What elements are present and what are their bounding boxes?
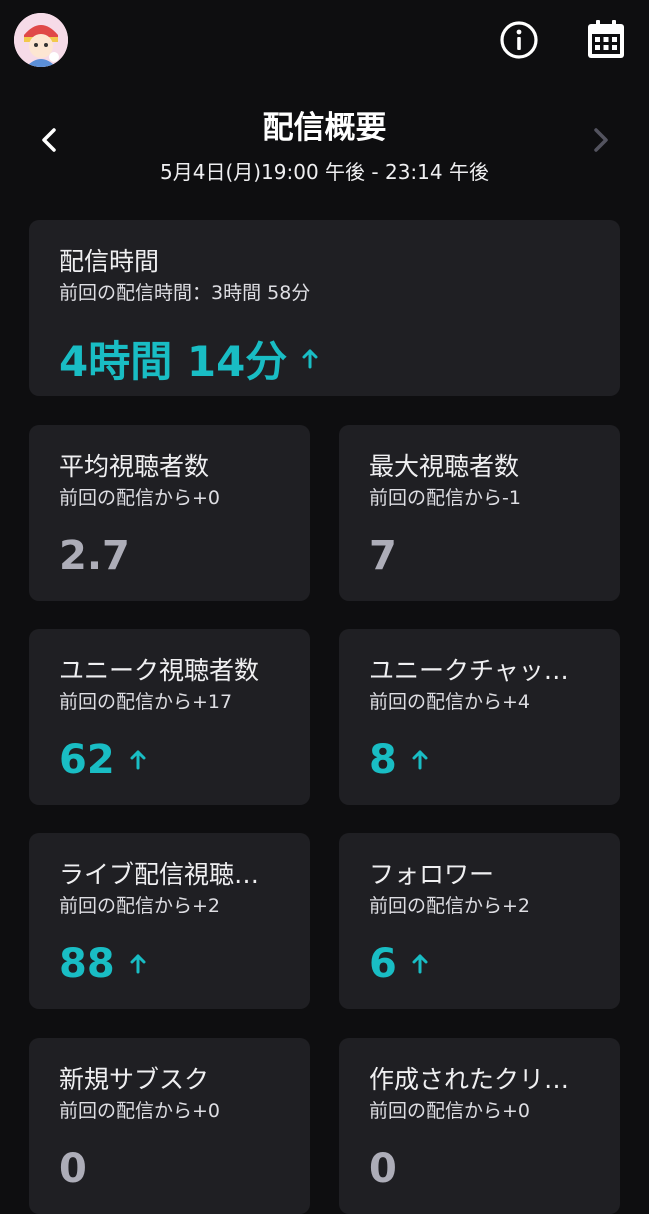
stat-card-clips-created[interactable]: 作成されたクリ… 前回の配信から+0 0 — [339, 1038, 620, 1214]
stat-value: 62 — [59, 737, 115, 783]
stat-value: 7 — [369, 533, 397, 579]
arrow-up-icon — [130, 954, 146, 974]
card-value: 6 — [369, 941, 429, 987]
stat-card-unique-viewers[interactable]: ユニーク視聴者数 前回の配信から+17 62 — [29, 629, 310, 805]
stat-value: 0 — [369, 1146, 397, 1192]
card-value: 7 — [369, 533, 397, 579]
card-value: 4時間 14分 — [59, 328, 319, 389]
arrow-up-icon — [302, 349, 318, 368]
arrow-up-icon — [130, 750, 146, 770]
card-title: 新規サブスク — [59, 1065, 210, 1094]
card-value: 0 — [369, 1146, 397, 1192]
stat-card-live-views[interactable]: ライブ配信視聴… 前回の配信から+2 88 — [29, 833, 310, 1009]
card-comparison: 前回の配信から+0 — [369, 1100, 531, 1122]
card-value: 62 — [59, 737, 147, 783]
card-value: 0 — [59, 1146, 87, 1192]
top-bar — [0, 0, 649, 82]
card-title: 平均視聴者数 — [59, 452, 210, 481]
info-icon — [500, 21, 538, 59]
card-title: ユニークチャッ… — [369, 656, 569, 685]
page-title: 配信概要 — [262, 110, 387, 146]
chevron-right-icon — [594, 128, 608, 152]
stat-value: 8 — [369, 737, 397, 783]
card-title: 作成されたクリ… — [369, 1065, 570, 1094]
avatar[interactable] — [14, 13, 68, 67]
info-button[interactable] — [497, 18, 541, 62]
card-title: 最大視聴者数 — [369, 452, 520, 481]
card-comparison: 前回の配信から+2 — [369, 895, 531, 917]
card-title: ライブ配信視聴… — [59, 860, 260, 889]
next-stream-button[interactable] — [584, 122, 616, 158]
card-comparison: 前回の配信から-1 — [369, 487, 521, 509]
arrow-up-icon — [412, 954, 428, 974]
card-comparison: 前回の配信から+0 — [59, 487, 221, 509]
stat-value: 6 — [369, 941, 397, 987]
card-title: 配信時間 — [59, 247, 160, 276]
card-comparison: 前回の配信から+0 — [59, 1100, 221, 1122]
stat-card-new-subs[interactable]: 新規サブスク 前回の配信から+0 0 — [29, 1038, 310, 1214]
stream-time-value: 4時間 14分 — [59, 337, 288, 386]
calendar-button[interactable] — [584, 18, 628, 62]
arrow-up-icon — [412, 750, 428, 770]
card-value: 2.7 — [59, 533, 130, 579]
card-comparison: 前回の配信から+17 — [59, 691, 233, 713]
stat-card-avg-viewers[interactable]: 平均視聴者数 前回の配信から+0 2.7 — [29, 425, 310, 601]
stat-value: 0 — [59, 1146, 87, 1192]
card-value: 8 — [369, 737, 429, 783]
stream-time-card[interactable]: 配信時間 前回の配信時間：3時間 58分 4時間 14分 — [29, 220, 620, 396]
stat-value: 2.7 — [59, 533, 130, 579]
avatar-image — [14, 13, 68, 67]
stat-card-followers[interactable]: フォロワー 前回の配信から+2 6 — [339, 833, 620, 1009]
card-comparison: 前回の配信から+2 — [59, 895, 221, 917]
card-title: フォロワー — [369, 860, 495, 889]
stat-card-max-viewers[interactable]: 最大視聴者数 前回の配信から-1 7 — [339, 425, 620, 601]
stream-date-range: 5月4日(月)19:00 午後 - 23:14 午後 — [160, 160, 489, 184]
stat-card-unique-chatters[interactable]: ユニークチャッ… 前回の配信から+4 8 — [339, 629, 620, 805]
card-comparison: 前回の配信から+4 — [369, 691, 531, 713]
summary-header: 配信概要 5月4日(月)19:00 午後 - 23:14 午後 — [0, 96, 649, 196]
card-comparison: 前回の配信時間：3時間 58分 — [59, 282, 311, 304]
calendar-icon — [588, 20, 624, 58]
stat-value: 88 — [59, 941, 115, 987]
card-value: 88 — [59, 941, 147, 987]
card-title: ユニーク視聴者数 — [59, 656, 260, 685]
